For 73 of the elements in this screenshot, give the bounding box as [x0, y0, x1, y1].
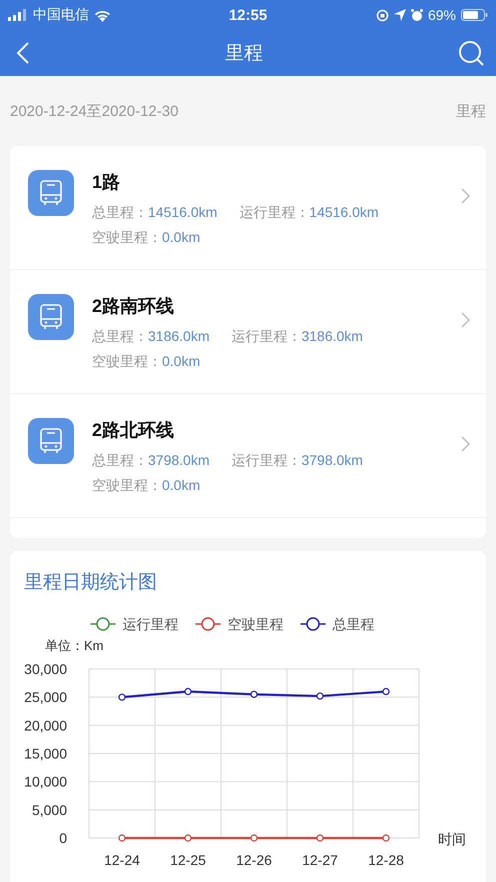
chart-title: 里程日期统计图 — [23, 571, 158, 595]
point — [316, 692, 324, 700]
bus-icon — [28, 170, 74, 216]
search-icon[interactable] — [458, 40, 484, 66]
legend-label: 总里程 — [332, 616, 374, 632]
legend-item[interactable]: 运行里程 — [90, 616, 178, 632]
point — [184, 834, 192, 842]
y-tick-label: 30,000 — [24, 661, 67, 677]
axis-unit: 单位：Km — [45, 638, 104, 653]
stat-label: 运行里程： — [231, 327, 302, 346]
signal-icon — [8, 9, 28, 21]
x-tick-label: 12-24 — [104, 852, 140, 868]
carrier-name: 中国电信 — [33, 6, 89, 24]
point — [250, 834, 258, 842]
nav-title: 里程 — [225, 42, 263, 66]
stat-value: 3798.0km — [148, 451, 210, 470]
stat-label: 总里程： — [92, 203, 148, 222]
chevron-right-icon — [461, 188, 470, 204]
stat-value: 0.0km — [162, 476, 200, 495]
route-item[interactable]: 1路 总里程：14516.0km 运行里程：14516.0km 空驶里程：0.0km — [10, 146, 486, 270]
stat-value: 3798.0km — [301, 451, 363, 470]
status-time: 12:55 — [228, 6, 268, 24]
point — [250, 690, 258, 698]
battery-icon — [461, 9, 488, 21]
point — [118, 694, 126, 701]
x-tick-label: 12-27 — [302, 852, 338, 868]
back-icon[interactable] — [16, 41, 30, 65]
rotation-lock-icon — [376, 8, 389, 22]
route-name: 2路南环线 — [92, 295, 176, 318]
stat-label: 空驶里程： — [92, 352, 162, 371]
stat-value: 14516.0km — [309, 203, 379, 222]
point — [316, 834, 324, 842]
legend-item[interactable]: 空驶里程 — [196, 616, 284, 632]
y-tick-label: 15,000 — [24, 746, 67, 762]
stat-label: 总里程： — [92, 327, 148, 346]
y-tick-label: 5,000 — [32, 802, 67, 818]
stat-value: 14516.0km — [148, 203, 218, 222]
legend-label: 空驶里程 — [228, 616, 284, 632]
stat-label: 运行里程： — [239, 203, 310, 222]
bus-icon — [28, 294, 74, 340]
y-tick-label: 0 — [59, 830, 67, 846]
legend-label: 运行里程 — [122, 616, 178, 632]
x-tick-label: 12-26 — [236, 852, 272, 868]
stat-value: 3186.0km — [301, 327, 363, 346]
location-icon — [394, 9, 406, 21]
y-tick-label: 20,000 — [24, 717, 67, 734]
chevron-right-icon — [461, 436, 470, 452]
legend-item[interactable]: 总里程 — [300, 616, 374, 632]
point — [382, 688, 390, 696]
point — [184, 688, 192, 696]
stat-label: 空驶里程： — [92, 228, 162, 247]
wifi-icon — [94, 8, 111, 22]
battery-percent: 69% — [428, 7, 456, 23]
route-name: 1路 — [92, 171, 122, 194]
route-item[interactable]: 2路北环线 总里程：3798.0km 运行里程：3798.0km 空驶里程：0.0km — [10, 394, 486, 518]
route-item[interactable]: 2路南环线 总里程：3186.0km 运行里程：3186.0km 空驶里程：0.0km — [10, 270, 486, 394]
x-tick-label: 12-25 — [170, 852, 206, 868]
route-name: 2路北环线 — [92, 419, 176, 442]
stat-value: 0.0km — [162, 352, 200, 371]
y-tick-label: 10,000 — [24, 774, 67, 790]
stat-value: 3186.0km — [148, 327, 210, 346]
stat-label: 总里程： — [92, 451, 148, 470]
alarm-icon — [410, 8, 423, 22]
x-axis-title: 时间 — [438, 831, 466, 847]
point — [118, 834, 126, 842]
bus-icon — [28, 418, 74, 464]
y-tick-label: 25,000 — [24, 689, 67, 706]
stat-label: 空驶里程： — [92, 476, 162, 495]
x-tick-label: 12-28 — [368, 852, 404, 868]
stat-label: 运行里程： — [231, 451, 302, 470]
chevron-right-icon — [461, 312, 470, 328]
stat-value: 0.0km — [162, 228, 200, 247]
point — [382, 834, 390, 842]
